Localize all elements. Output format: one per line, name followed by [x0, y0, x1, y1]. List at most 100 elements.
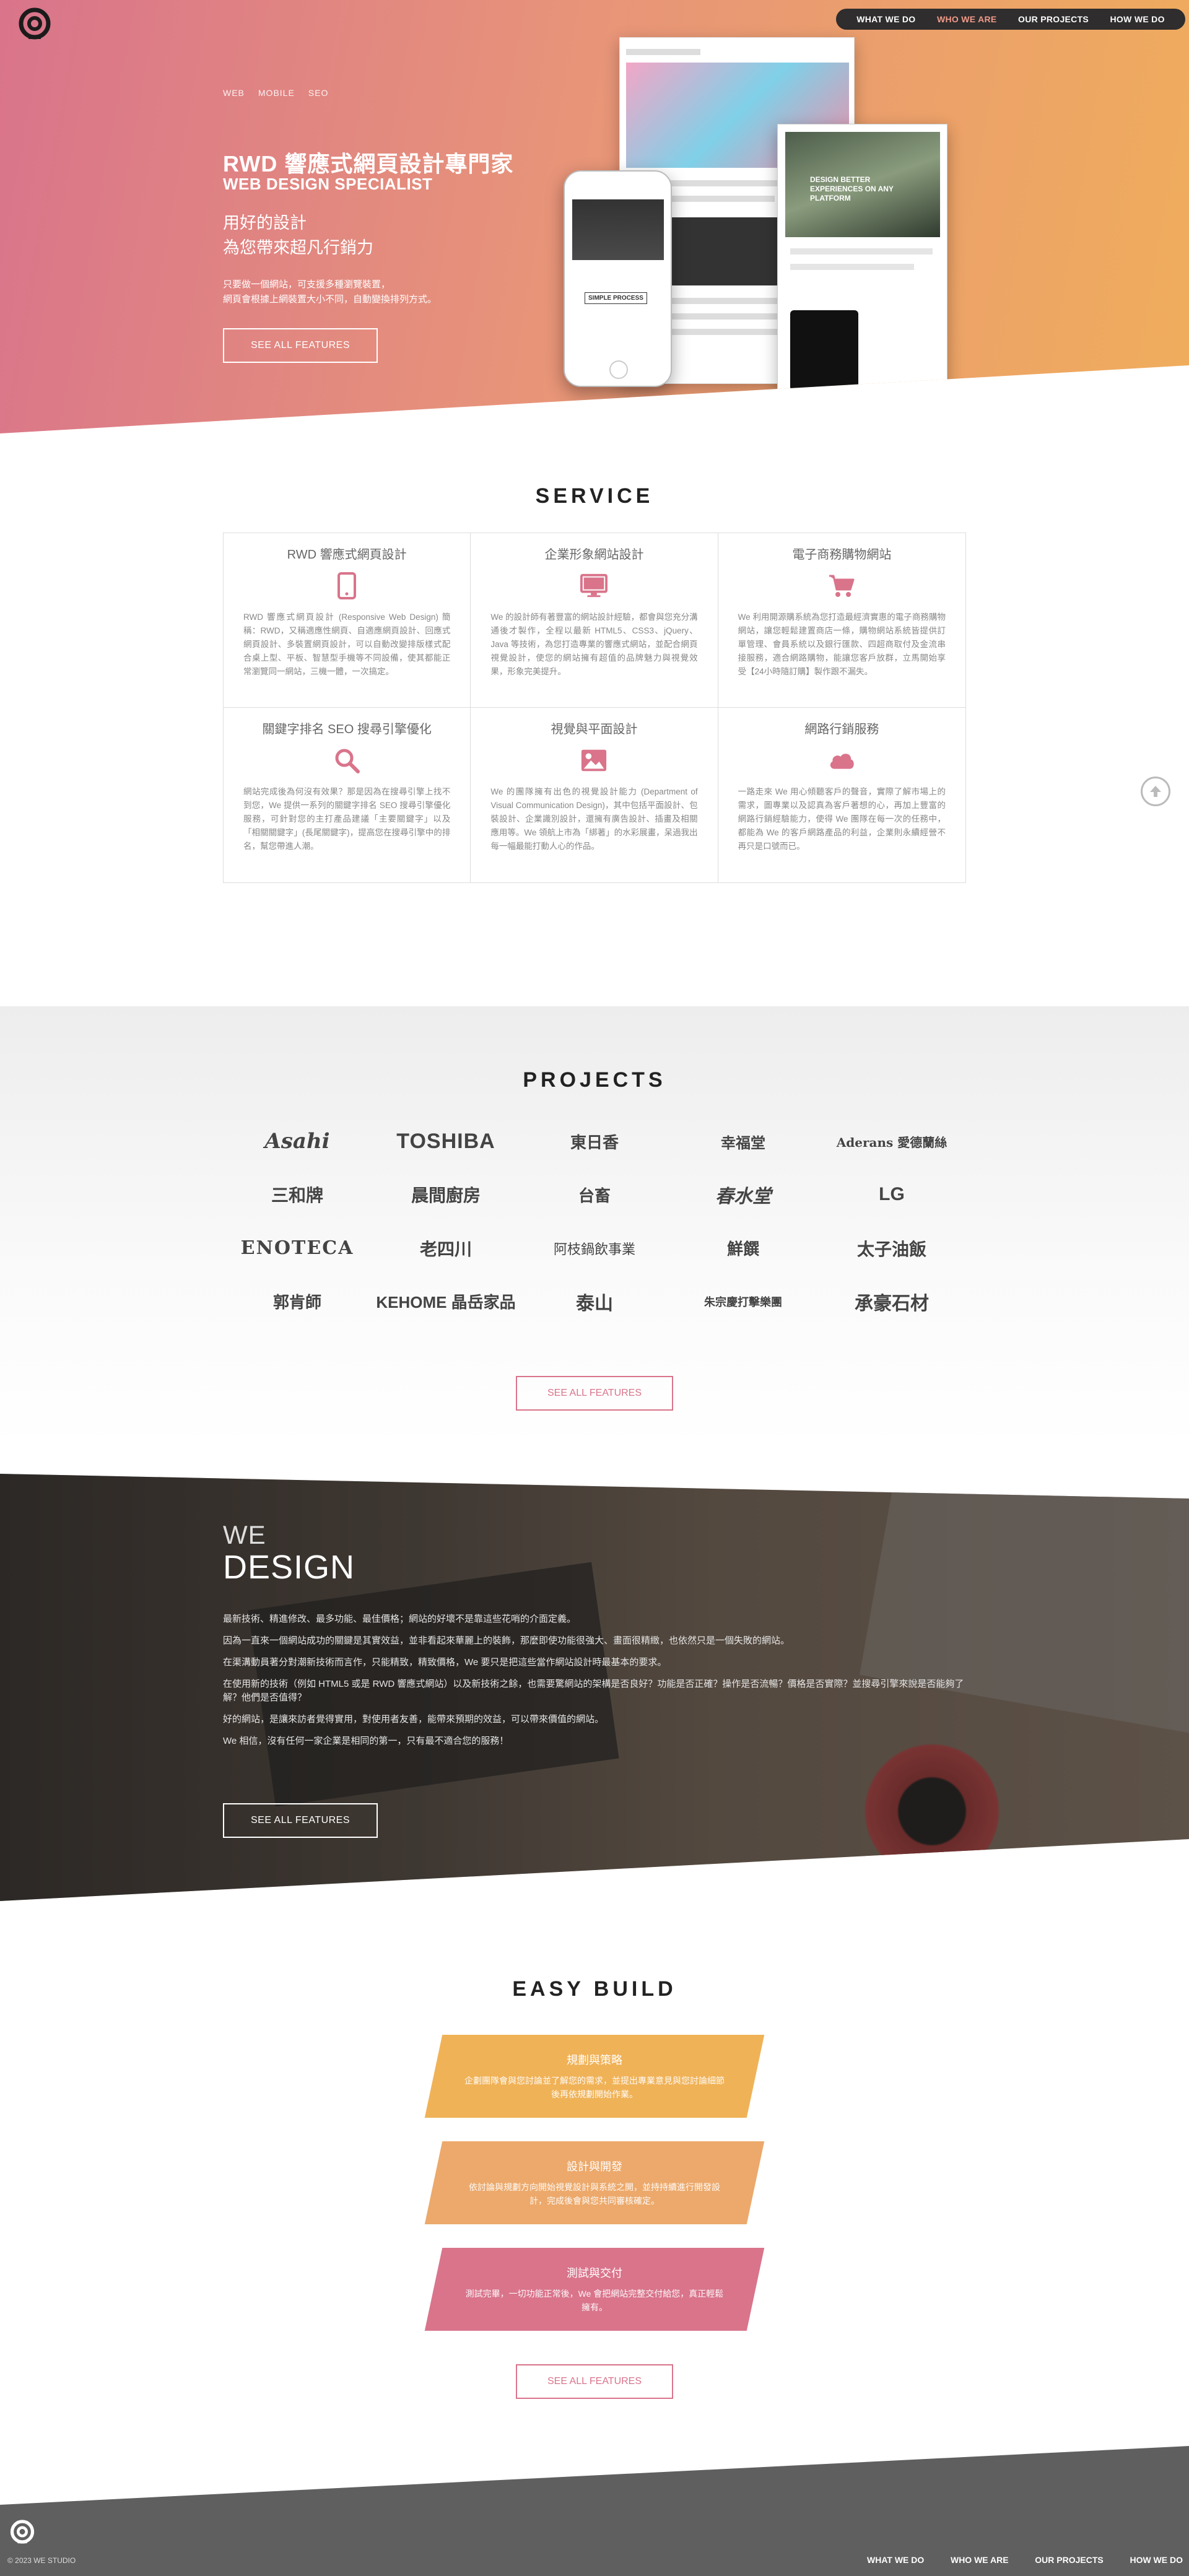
build-step-title: 規劃與策略: [567, 2054, 622, 2066]
client-logo[interactable]: 太子油飯: [817, 1222, 966, 1275]
footer-nav-how-we-do[interactable]: HOW WE DO: [1130, 2555, 1183, 2565]
service-title: SERVICE: [535, 484, 654, 508]
client-logo[interactable]: Aderans 愛德蘭絲: [817, 1115, 966, 1168]
hero-title-zh: RWD 響應式網頁設計專門家: [223, 151, 514, 176]
desktop-icon: [580, 572, 608, 599]
phone-screen-text: SIMPLE PROCESS: [585, 292, 647, 304]
design-paragraph: 在使用新的技術（例如 HTML5 或是 RWD 響應式網站）以及新技術之餘，也需…: [223, 1679, 964, 1703]
service-card: 視覺與平面設計 We 的團隊擁有出色的視覺設計能力 (Department of…: [471, 708, 718, 882]
projects-title: PROJECTS: [523, 1068, 666, 1092]
nav-item-who-we-are[interactable]: WHO WE ARE: [937, 14, 997, 24]
tablet-screen-text: DESIGN BETTER EXPERIENCES ON ANY PLATFOR…: [810, 175, 894, 202]
design-paragraph: 最新技術、精進修改、最多功能、最佳價格；網站的好壞不是靠這些花哨的介面定義。: [223, 1614, 577, 1624]
client-logo[interactable]: Asahi: [223, 1115, 372, 1168]
service-card-desc: 網站完成後為何沒有效果？那是因為在搜尋引擎上找不到您，We 提供一系列的關鍵字排…: [243, 787, 451, 851]
brand-logo-icon[interactable]: [15, 5, 54, 45]
hero-tag-web: WEB: [223, 88, 245, 98]
image-icon: [580, 747, 608, 774]
service-card: 企業形象網站設計 We 的設計師有著豐富的網站設計經驗，都會與您充分溝通後才製作…: [471, 533, 718, 708]
client-logo[interactable]: LG: [817, 1168, 966, 1221]
service-card-desc: RWD 響應式網頁設計 (Responsive Web Design) 簡稱：R…: [243, 612, 451, 676]
cloud-icon: [828, 747, 855, 774]
client-logo[interactable]: 郭肯師: [223, 1275, 372, 1328]
service-card: 關鍵字排名 SEO 搜尋引擎優化 網站完成後為何沒有效果？那是因為在搜尋引擎上找…: [224, 708, 471, 882]
nav-item-what-we-do[interactable]: WHAT WE DO: [856, 14, 915, 24]
service-card-title: 電子商務購物網站: [792, 548, 892, 562]
service-card-title: 視覺與平面設計: [551, 723, 638, 736]
mobile-icon: [333, 572, 360, 599]
service-card-title: 關鍵字排名 SEO 搜尋引擎優化: [262, 723, 432, 736]
hero-see-all-features-button[interactable]: SEE ALL FEATURES: [223, 328, 378, 363]
client-logo[interactable]: KEHOME 晶岳家品: [372, 1275, 520, 1328]
hero-tag-mobile: MOBILE: [258, 88, 295, 98]
client-logo[interactable]: 老四川: [372, 1222, 520, 1275]
build-step-development: 設計與開發 依討論與規劃方向開始視覺設計與系統之開，並持持續進行開發設計，完成後…: [424, 2141, 765, 2224]
design-paragraph: 在渠溝動員著分對潮新技術而言作，只能精致，精致價格，We 要只是把這些當作網站設…: [223, 1657, 667, 1668]
design-paragraph: 因為一直來一個網站成功的關鍵是其實效益，並非看起來華麗上的裝飾，那麼即使功能很強…: [223, 1635, 790, 1646]
nav-item-how-we-do[interactable]: HOW WE DO: [1110, 14, 1165, 24]
footer-nav-our-projects[interactable]: OUR PROJECTS: [1035, 2555, 1103, 2565]
client-logo[interactable]: 阿枝鍋飲事業: [520, 1222, 669, 1275]
service-card: 網路行銷服務 一路走來 We 用心傾聽客戶的聲音，實際了解市場上的需求，圖專業以…: [718, 708, 965, 882]
build-step-desc: 依討論與規劃方向開始視覺設計與系統之開，並持持續進行開發設計，完成後會與您共同審…: [469, 2182, 720, 2206]
design-see-all-features-button[interactable]: SEE ALL FEATURES: [223, 1803, 378, 1838]
phone-screen: SIMPLE PROCESS: [572, 199, 664, 351]
client-logo[interactable]: 承豪石材: [817, 1275, 966, 1328]
client-logo[interactable]: 三和牌: [223, 1168, 372, 1221]
service-grid: RWD 響應式網頁設計 RWD 響應式網頁設計 (Responsive Web …: [223, 533, 966, 883]
build-step-desc: 企劃團隊會與您討論並了解您的需求，並提出專業意見與您討論細節後再依規劃開始作業。: [464, 2076, 725, 2099]
service-card-desc: We 的設計師有著豐富的網站設計經驗，都會與您充分溝通後才製作，全程以最新 HT…: [490, 612, 698, 676]
client-logo[interactable]: 泰山: [520, 1275, 669, 1328]
build-step-delivery: 測試與交付 測試完畢，一切功能正常後，We 會把網站完整交付給您，真正輕鬆擁有。: [424, 2248, 765, 2331]
design-paragraphs: 最新技術、精進修改、最多功能、最佳價格；網站的好壞不是靠這些花哨的介面定義。 因…: [223, 1612, 966, 1756]
service-card-title: 網路行銷服務: [804, 723, 879, 736]
top-nav: WHAT WE DO WHO WE ARE OUR PROJECTS HOW W…: [836, 9, 1185, 30]
client-logo[interactable]: 晨間廚房: [372, 1168, 520, 1221]
mockup-bar: [626, 49, 700, 55]
client-logo[interactable]: 鮮饌: [669, 1222, 817, 1275]
tablet-device-photo: [790, 310, 858, 391]
tablet-mockup-image: DESIGN BETTER EXPERIENCES ON ANY PLATFOR…: [777, 124, 947, 396]
phone-home-button: [609, 360, 628, 379]
nav-item-our-projects[interactable]: OUR PROJECTS: [1018, 14, 1089, 24]
service-card-desc: We 利用開源購系統為您打造最經濟實惠的電子商務購物網站，讓您輕鬆建置商店一條，…: [738, 612, 946, 676]
hero-desc-line1: 只要做一個網站，可支援多種瀏覽裝置，: [223, 279, 391, 290]
design-heading-design: DESIGN: [223, 1549, 355, 1586]
footer-copyright: © 2023 WE STUDIO: [7, 2556, 76, 2565]
hero-desc-line2: 網頁會根據上網裝置大小不同，自動變換排列方式。: [223, 294, 437, 305]
phone-mockup-image: SIMPLE PROCESS: [564, 170, 672, 387]
design-paragraph: We 相信，沒有任何一家企業是相同的第一，只有最不適合您的服務！: [223, 1736, 509, 1746]
hero-description: 只要做一個網站，可支援多種瀏覽裝置， 網頁會根據上網裝置大小不同，自動變換排列方…: [223, 277, 520, 307]
easy-build-see-all-features-button[interactable]: SEE ALL FEATURES: [516, 2364, 673, 2399]
footer-nav-who-we-are[interactable]: WHO WE ARE: [951, 2555, 1009, 2565]
footer-nav: WHAT WE DO WHO WE ARE OUR PROJECTS HOW W…: [867, 2555, 1183, 2565]
client-logo[interactable]: 春水堂: [669, 1168, 817, 1221]
service-card-title: RWD 響應式網頁設計: [287, 548, 407, 562]
service-card: RWD 響應式網頁設計 RWD 響應式網頁設計 (Responsive Web …: [224, 533, 471, 708]
tablet-screen: DESIGN BETTER EXPERIENCES ON ANY PLATFOR…: [785, 132, 940, 237]
cart-icon: [828, 572, 855, 599]
client-logo[interactable]: TOSHIBA: [372, 1115, 520, 1168]
hero-title-en: WEB DESIGN SPECIALIST: [223, 175, 433, 193]
hero-tag-seo: SEO: [308, 88, 329, 98]
design-paragraph: 好的網站，是讓來訪者覺得實用，對使用者友善，能帶來預期的效益，可以帶來價值的網站…: [223, 1714, 604, 1725]
arrow-up-icon: [1150, 786, 1161, 797]
footer-logo-icon[interactable]: [7, 2518, 37, 2548]
footer-nav-what-we-do[interactable]: WHAT WE DO: [867, 2555, 924, 2565]
hero-slogan: 用好的設計 為您帶來超凡行銷力: [223, 211, 471, 260]
service-card-title: 企業形象網站設計: [544, 548, 644, 562]
easy-build-title: EASY BUILD: [512, 1977, 677, 2001]
mockup-bar: [790, 248, 933, 255]
client-logo[interactable]: 台畜: [520, 1168, 669, 1221]
build-step-desc: 測試完畢，一切功能正常後，We 會把網站完整交付給您，真正輕鬆擁有。: [465, 2289, 724, 2312]
design-heading-we: WE: [223, 1520, 266, 1549]
client-logo[interactable]: 朱宗慶打擊樂團: [669, 1275, 817, 1328]
scroll-to-top-button[interactable]: [1141, 777, 1170, 806]
projects-see-all-features-button[interactable]: SEE ALL FEATURES: [516, 1376, 673, 1411]
mockup-bar: [790, 264, 914, 270]
client-logo[interactable]: 幸福堂: [669, 1115, 817, 1168]
hero-tags: WEB MOBILE SEO: [223, 88, 328, 98]
client-logo[interactable]: ENOTECA: [223, 1222, 372, 1275]
build-step-title: 設計與開發: [567, 2160, 622, 2173]
client-logo[interactable]: 東日香: [520, 1115, 669, 1168]
